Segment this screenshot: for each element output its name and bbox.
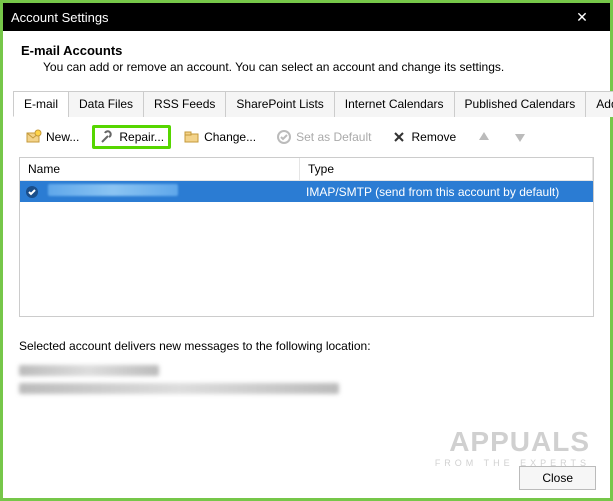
repair-label: Repair...: [119, 130, 164, 144]
tab-email[interactable]: E-mail: [13, 91, 69, 117]
window-title: Account Settings: [11, 10, 109, 25]
new-label: New...: [46, 130, 79, 144]
remove-button[interactable]: Remove: [384, 125, 463, 149]
footer-info: Selected account delivers new messages t…: [19, 339, 594, 397]
new-button[interactable]: New...: [19, 125, 86, 149]
arrow-down-icon: [512, 129, 528, 145]
page-title: E-mail Accounts: [21, 43, 592, 58]
delivery-message: Selected account delivers new messages t…: [19, 339, 594, 353]
watermark: APPUALS FROM THE EXPERTS: [435, 426, 590, 468]
tab-data-files[interactable]: Data Files: [68, 91, 144, 117]
table-row[interactable]: IMAP/SMTP (send from this account by def…: [20, 181, 593, 202]
close-icon[interactable]: ✕: [562, 9, 602, 26]
set-default-label: Set as Default: [296, 130, 371, 144]
default-check-icon: [24, 184, 40, 200]
mail-new-icon: [26, 129, 42, 145]
tab-address-books[interactable]: Address Books: [585, 91, 613, 117]
tab-published-calendars[interactable]: Published Calendars: [454, 91, 587, 117]
folder-icon: [184, 129, 200, 145]
redacted-line2: [19, 383, 339, 394]
watermark-big: APPUALS: [435, 426, 590, 458]
tab-rss-feeds[interactable]: RSS Feeds: [143, 91, 226, 117]
arrow-up-icon: [476, 129, 492, 145]
move-down-button: [505, 125, 535, 149]
page-description: You can add or remove an account. You ca…: [21, 60, 592, 74]
col-type[interactable]: Type: [300, 158, 593, 180]
repair-icon: [99, 129, 115, 145]
check-circle-icon: [276, 129, 292, 145]
footer-bar: Close: [519, 466, 596, 490]
remove-icon: [391, 129, 407, 145]
col-name[interactable]: Name: [20, 158, 300, 180]
header: E-mail Accounts You can add or remove an…: [3, 31, 610, 84]
tabs: E-mail Data Files RSS Feeds SharePoint L…: [13, 90, 600, 117]
close-button[interactable]: Close: [519, 466, 596, 490]
redacted-line1: [19, 365, 159, 376]
change-button[interactable]: Change...: [177, 125, 263, 149]
accounts-list: Name Type IMAP/SMTP (send from this acco…: [19, 157, 594, 317]
set-default-button: Set as Default: [269, 125, 378, 149]
account-type-cell: IMAP/SMTP (send from this account by def…: [298, 182, 567, 202]
account-name-cell: [40, 181, 298, 202]
toolbar: New... Repair... Change... Set as Defaul…: [13, 117, 600, 157]
tab-internet-calendars[interactable]: Internet Calendars: [334, 91, 455, 117]
titlebar: Account Settings ✕: [3, 3, 610, 31]
tab-container: E-mail Data Files RSS Feeds SharePoint L…: [13, 90, 600, 317]
remove-label: Remove: [411, 130, 456, 144]
repair-button[interactable]: Repair...: [92, 125, 171, 149]
tab-sharepoint-lists[interactable]: SharePoint Lists: [225, 91, 334, 117]
delivery-location: [19, 365, 594, 397]
redacted-name: [48, 184, 178, 196]
move-up-button: [469, 125, 499, 149]
change-label: Change...: [204, 130, 256, 144]
list-header: Name Type: [20, 158, 593, 181]
